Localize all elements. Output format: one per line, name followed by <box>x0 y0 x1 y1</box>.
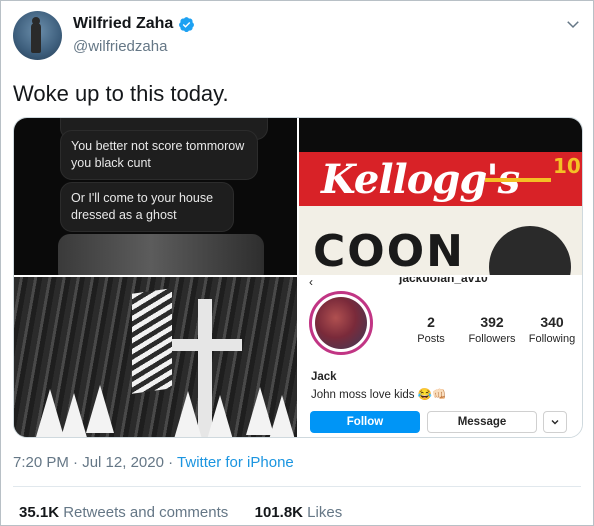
cereal-arrow <box>485 178 551 182</box>
ig-stat-following: 340 Following <box>524 314 580 345</box>
photo-hood <box>174 391 202 437</box>
ig-following-label: Following <box>528 333 576 345</box>
divider <box>13 486 581 487</box>
photo-cross-bar <box>172 339 242 351</box>
meta-separator: · <box>168 454 174 471</box>
retweets-count: 35.1K <box>19 504 60 521</box>
tweet-source-link[interactable]: Twitter for iPhone <box>177 454 294 471</box>
meta-separator: · <box>73 454 79 471</box>
back-icon: ‹ <box>309 277 313 289</box>
retweets-stat[interactable]: 35.1K Retweets and comments <box>19 504 228 521</box>
cereal-badge: 10 <box>553 154 581 178</box>
ig-avatar <box>309 291 373 355</box>
media-grid: You better not score tommorow you black … <box>13 117 583 438</box>
blurred-message <box>58 234 264 275</box>
ig-followers-count: 392 <box>480 314 504 330</box>
ig-stat-posts: 2 Posts <box>407 314 455 345</box>
chevron-down-icon[interactable] <box>564 15 582 33</box>
media-image-instagram[interactable]: ‹ jackdolan_av10 2 Posts 392 Followers 3… <box>299 277 582 437</box>
photo-hood <box>268 395 296 437</box>
chat-message: You better not score tommorow you black … <box>60 130 258 180</box>
tweet-text: Woke up to this today. <box>13 81 229 106</box>
avatar-figure <box>31 23 41 53</box>
likes-count: 101.8K <box>254 504 303 521</box>
verified-icon <box>179 16 195 32</box>
likes-label: Likes <box>307 504 343 521</box>
chevron-down-icon <box>543 411 567 433</box>
ig-follow-button: Follow <box>310 411 420 433</box>
ig-posts-label: Posts <box>417 333 445 345</box>
retweets-label: Retweets and comments <box>63 504 229 521</box>
likes-stat[interactable]: 101.8K Likes <box>255 504 343 521</box>
ig-following-count: 340 <box>540 314 564 330</box>
ig-name: Jack <box>311 371 337 383</box>
ig-more-chevron-icon <box>551 420 559 425</box>
ig-avatar-photo <box>315 297 367 349</box>
author-name-row: Wilfried Zaha <box>73 15 195 33</box>
media-image-chat[interactable]: You better not score tommorow you black … <box>14 118 297 275</box>
display-name[interactable]: Wilfried Zaha <box>73 15 173 33</box>
tweet-card: Wilfried Zaha @wilfriedzaha Woke up to t… <box>0 0 594 526</box>
user-handle[interactable]: @wilfriedzaha <box>73 38 167 55</box>
tweet-meta: 7:20 PM · Jul 12, 2020 · Twitter for iPh… <box>13 454 294 471</box>
tweet-time[interactable]: 7:20 PM <box>13 454 69 471</box>
chat-message: Or I'll come to your house dressed as a … <box>60 182 234 232</box>
ig-followers-label: Followers <box>468 333 516 345</box>
ig-bio: John moss love kids 😂👊🏻 <box>311 389 447 401</box>
photo-hood <box>86 385 114 433</box>
media-image-photo[interactable] <box>14 277 297 437</box>
tweet-stats: 35.1K Retweets and comments 101.8K Likes <box>19 504 342 521</box>
photo-hood <box>60 393 88 437</box>
ig-message-button: Message <box>427 411 537 433</box>
media-image-cereal[interactable]: Kellogg's 10 COON <box>299 118 582 275</box>
ig-stat-followers: 392 Followers <box>462 314 522 345</box>
photo-flag <box>132 288 172 394</box>
avatar[interactable] <box>13 11 62 60</box>
ig-posts-count: 2 <box>427 314 435 330</box>
cereal-word: COON <box>313 226 465 275</box>
ig-username: jackdolan_av10 <box>399 277 488 285</box>
tweet-date[interactable]: Jul 12, 2020 <box>82 454 164 471</box>
photo-hood <box>206 395 234 437</box>
